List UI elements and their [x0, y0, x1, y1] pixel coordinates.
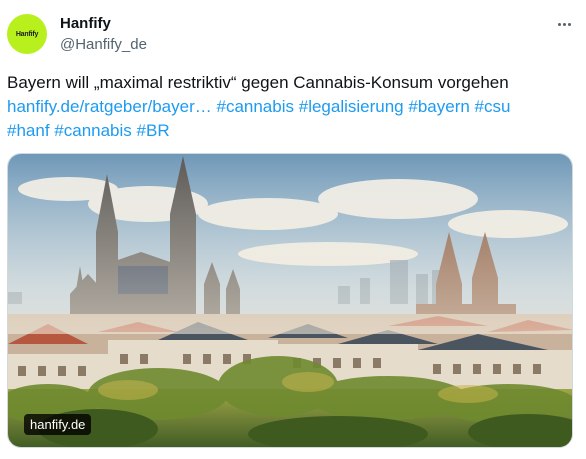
user-handle[interactable]: @Hanfify_de: [60, 36, 147, 53]
tweet-text: Bayern will „maximal restriktiv“ gegen C…: [7, 71, 567, 143]
avatar[interactable]: Hanfify: [7, 14, 47, 54]
tweet-links-line-1: hanfify.de/ratgeber/bayer… #cannabis #le…: [7, 95, 567, 119]
hashtag-link[interactable]: #BR: [137, 121, 170, 140]
city-skyline-illustration: [8, 154, 572, 447]
domain-badge[interactable]: hanfify.de: [24, 414, 92, 435]
tweet-links-line-2: #hanf #cannabis #BR: [7, 119, 567, 143]
display-name[interactable]: Hanfify: [60, 15, 111, 32]
hashtag-link[interactable]: #csu: [475, 97, 511, 116]
tweet-body: Bayern will „maximal restriktiv“ gegen C…: [7, 73, 509, 92]
hashtag-link[interactable]: #cannabis: [54, 121, 132, 140]
article-link[interactable]: hanfify.de/ratgeber/bayer…: [7, 97, 212, 116]
hashtag-link[interactable]: #legalisierung: [299, 97, 404, 116]
more-horizontal-icon[interactable]: [553, 14, 575, 34]
hashtag-link[interactable]: #bayern: [408, 97, 469, 116]
tweet-media-image[interactable]: hanfify.de: [7, 153, 573, 448]
hashtag-link[interactable]: #hanf: [7, 121, 50, 140]
avatar-label: Hanfify: [15, 30, 39, 38]
hashtag-link[interactable]: #cannabis: [216, 97, 294, 116]
tweet[interactable]: Hanfify Hanfify @Hanfify_de Bayern will …: [0, 0, 586, 459]
